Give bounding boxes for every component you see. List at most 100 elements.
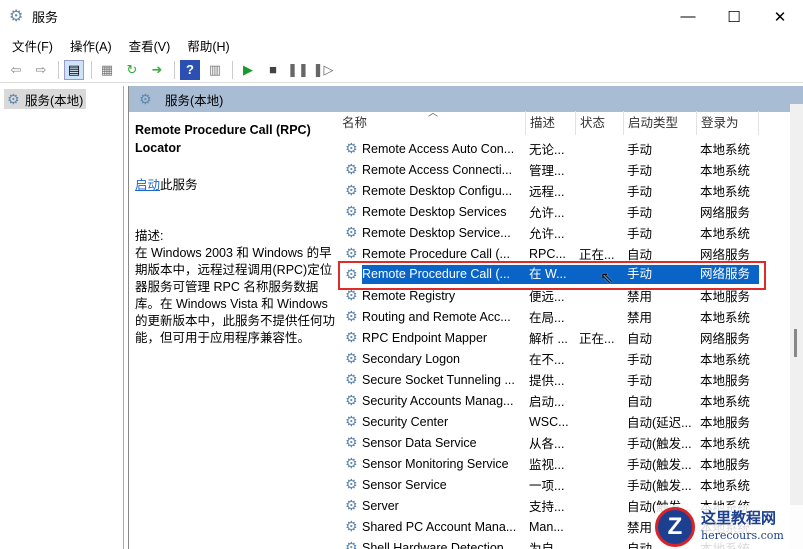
menu-help[interactable]: 帮助(H) [187, 36, 229, 55]
minimize-button[interactable]: — [665, 0, 711, 33]
service-log-on-as: 网络服务 [697, 265, 759, 284]
start-service-link[interactable]: 启动 [135, 178, 160, 192]
title-bar: ⚙ 服务 — ☐ ✕ [0, 0, 803, 33]
start-service-icon[interactable]: ▶ [238, 60, 258, 80]
watermark-cn: 这里教程网 [701, 509, 777, 527]
service-description: 远程... [529, 185, 565, 199]
service-startup-type: 手动 [624, 265, 697, 284]
table-row[interactable]: ⚙ Routing and Remote Acc... 在局... 禁用 本地系统 [336, 306, 803, 327]
watermark: Z 这里教程网 herecours.com [655, 505, 803, 549]
services-gear-icon: ⚙ [9, 7, 24, 25]
service-log-on-as: 网络服务 [700, 332, 751, 346]
table-row[interactable]: ⚙ Remote Desktop Configu... 远程... 手动 本地系统 [336, 180, 803, 201]
stop-service-icon[interactable]: ■ [263, 60, 283, 80]
service-name-cell: ⚙ Secure Socket Tunneling ... [336, 371, 526, 388]
service-log-on-as: 本地系统 [700, 479, 751, 493]
table-row[interactable]: ⚙ Remote Desktop Services 允许... 手动 网络服务 [336, 201, 803, 222]
service-name: Sensor Service [362, 477, 447, 492]
service-gear-icon: ⚙ [345, 518, 358, 534]
service-name-cell: ⚙ Server [336, 497, 526, 514]
action-pane-icon[interactable]: ▥ [205, 60, 225, 80]
restart-service-icon[interactable]: ❚▷ [313, 60, 334, 80]
service-description: 无论... [529, 143, 565, 157]
table-row[interactable]: ⚙ Remote Access Auto Con... 无论... 手动 本地系统 [336, 138, 803, 159]
action-suffix: 此服务 [160, 178, 198, 192]
service-name-cell: ⚙ Remote Access Connecti... [336, 161, 526, 178]
table-row[interactable]: ⚙ Security Accounts Manag... 启动... 自动 本地系统 [336, 390, 803, 411]
service-startup-type: 自动(延迟... [627, 416, 692, 430]
service-name-cell: ⚙ Remote Access Auto Con... [336, 140, 526, 157]
help-icon[interactable]: ? [180, 59, 200, 80]
toolbar-divider [174, 60, 175, 79]
service-startup-type: 手动 [627, 353, 653, 367]
column-header-log-on-as[interactable]: 登录为 [697, 111, 759, 135]
back-icon[interactable]: ⇦ [6, 60, 26, 80]
table-row[interactable]: ⚙ Remote Access Connecti... 管理... 手动 本地系统 [336, 159, 803, 180]
service-log-on-as: 本地系统 [700, 164, 751, 178]
services-list: ︿ 名称 描述 状态 启动类型 登录为 ⚙ Remote Access Auto … [336, 104, 803, 549]
properties-icon[interactable]: ▦ [97, 60, 117, 80]
service-gear-icon: ⚙ [345, 350, 358, 366]
toolbar-divider [91, 60, 92, 79]
service-name-cell: ⚙ Sensor Data Service [336, 434, 526, 451]
pause-service-icon[interactable]: ❚❚ [287, 60, 309, 80]
service-name-cell: ⚙ Security Accounts Manag... [336, 392, 526, 409]
service-startup-type: 禁用 [627, 290, 653, 304]
sort-ascending-icon: ︿ [428, 108, 438, 119]
maximize-button[interactable]: ☐ [711, 0, 757, 33]
table-row[interactable]: ⚙ RPC Endpoint Mapper 解析 ... 正在... 自动 网络服务 [336, 327, 803, 348]
menu-view[interactable]: 查看(V) [129, 36, 171, 55]
service-detail-pane: Remote Procedure Call (RPC) Locator 启动此服… [135, 121, 335, 347]
table-row[interactable]: ⚙ Sensor Data Service 从各... 手动(触发... 本地系统 [336, 432, 803, 453]
export-list-icon[interactable]: ➜ [147, 60, 167, 80]
list-header: ︿ 名称 描述 状态 启动类型 登录为 [336, 104, 803, 138]
service-description: 支持... [529, 500, 565, 514]
menu-file[interactable]: 文件(F) [12, 36, 53, 55]
selected-service-name: Remote Procedure Call (RPC) Locator [135, 123, 311, 155]
vertical-scrollbar[interactable] [790, 104, 803, 549]
column-header-startup-type[interactable]: 启动类型 [624, 111, 697, 135]
table-row[interactable]: ⚙ Remote Procedure Call (... 在 W... 手动 网络服务 [336, 264, 803, 285]
service-gear-icon: ⚙ [345, 539, 358, 549]
service-name-cell: ⚙ Remote Procedure Call (... [336, 265, 526, 284]
table-row[interactable]: ⚙ Remote Registry 便远... 禁用 本地服务 [336, 285, 803, 306]
table-row[interactable]: ⚙ Sensor Service 一项... 手动(触发... 本地系统 [336, 474, 803, 495]
service-description: 提供... [529, 374, 565, 388]
column-header-description[interactable]: 描述 [526, 111, 576, 135]
scrollbar-thumb[interactable] [794, 329, 797, 357]
table-row[interactable]: ⚙ Remote Procedure Call (... RPC... 正在... 自动… [336, 243, 803, 264]
service-log-on-as: 本地系统 [700, 185, 751, 199]
table-row[interactable]: ⚙ Security Center WSC... 自动(延迟... 本地服务 [336, 411, 803, 432]
service-log-on-as: 本地系统 [700, 437, 751, 451]
service-log-on-as: 本地系统 [700, 311, 751, 325]
show-hide-tree-icon[interactable]: ▤ [64, 59, 84, 80]
service-name-cell: ⚙ Remote Desktop Services [336, 203, 526, 220]
service-name: Routing and Remote Acc... [362, 309, 511, 324]
service-name-cell: ⚙ Routing and Remote Acc... [336, 308, 526, 325]
service-name: Secondary Logon [362, 351, 460, 366]
table-row[interactable]: ⚙ Secondary Logon 在不... 手动 本地系统 [336, 348, 803, 369]
service-log-on-as: 本地服务 [700, 374, 751, 388]
close-button[interactable]: ✕ [757, 0, 803, 33]
menu-bar: 文件(F) 操作(A) 查看(V) 帮助(H) [0, 34, 235, 56]
table-row[interactable]: ⚙ Secure Socket Tunneling ... 提供... 手动 本地服务 [336, 369, 803, 390]
table-row[interactable]: ⚙ Remote Desktop Service... 允许... 手动 本地系统 [336, 222, 803, 243]
table-row[interactable]: ⚙ Sensor Monitoring Service 监视... 手动(触发... 本… [336, 453, 803, 474]
service-name: RPC Endpoint Mapper [362, 330, 488, 345]
refresh-icon[interactable]: ↻ [122, 60, 142, 80]
services-gear-icon: ⚙ [139, 90, 152, 107]
service-description: 监视... [529, 458, 565, 472]
menu-action[interactable]: 操作(A) [70, 36, 112, 55]
service-startup-type: 手动 [627, 227, 653, 241]
column-header-status[interactable]: 状态 [576, 111, 624, 135]
service-gear-icon: ⚙ [345, 434, 358, 450]
service-name: Remote Desktop Service... [362, 225, 511, 240]
tree-item-services-local[interactable]: ⚙ 服务(本地) [4, 89, 86, 109]
service-name: Security Accounts Manag... [362, 393, 514, 408]
tree-item-label: 服务(本地) [25, 93, 84, 108]
service-gear-icon: ⚙ [345, 161, 358, 177]
service-name-cell: ⚙ Secondary Logon [336, 350, 526, 367]
service-startup-type: 手动 [627, 374, 653, 388]
service-name-cell: ⚙ Remote Desktop Service... [336, 224, 526, 241]
forward-icon[interactable]: ⇨ [31, 60, 51, 80]
